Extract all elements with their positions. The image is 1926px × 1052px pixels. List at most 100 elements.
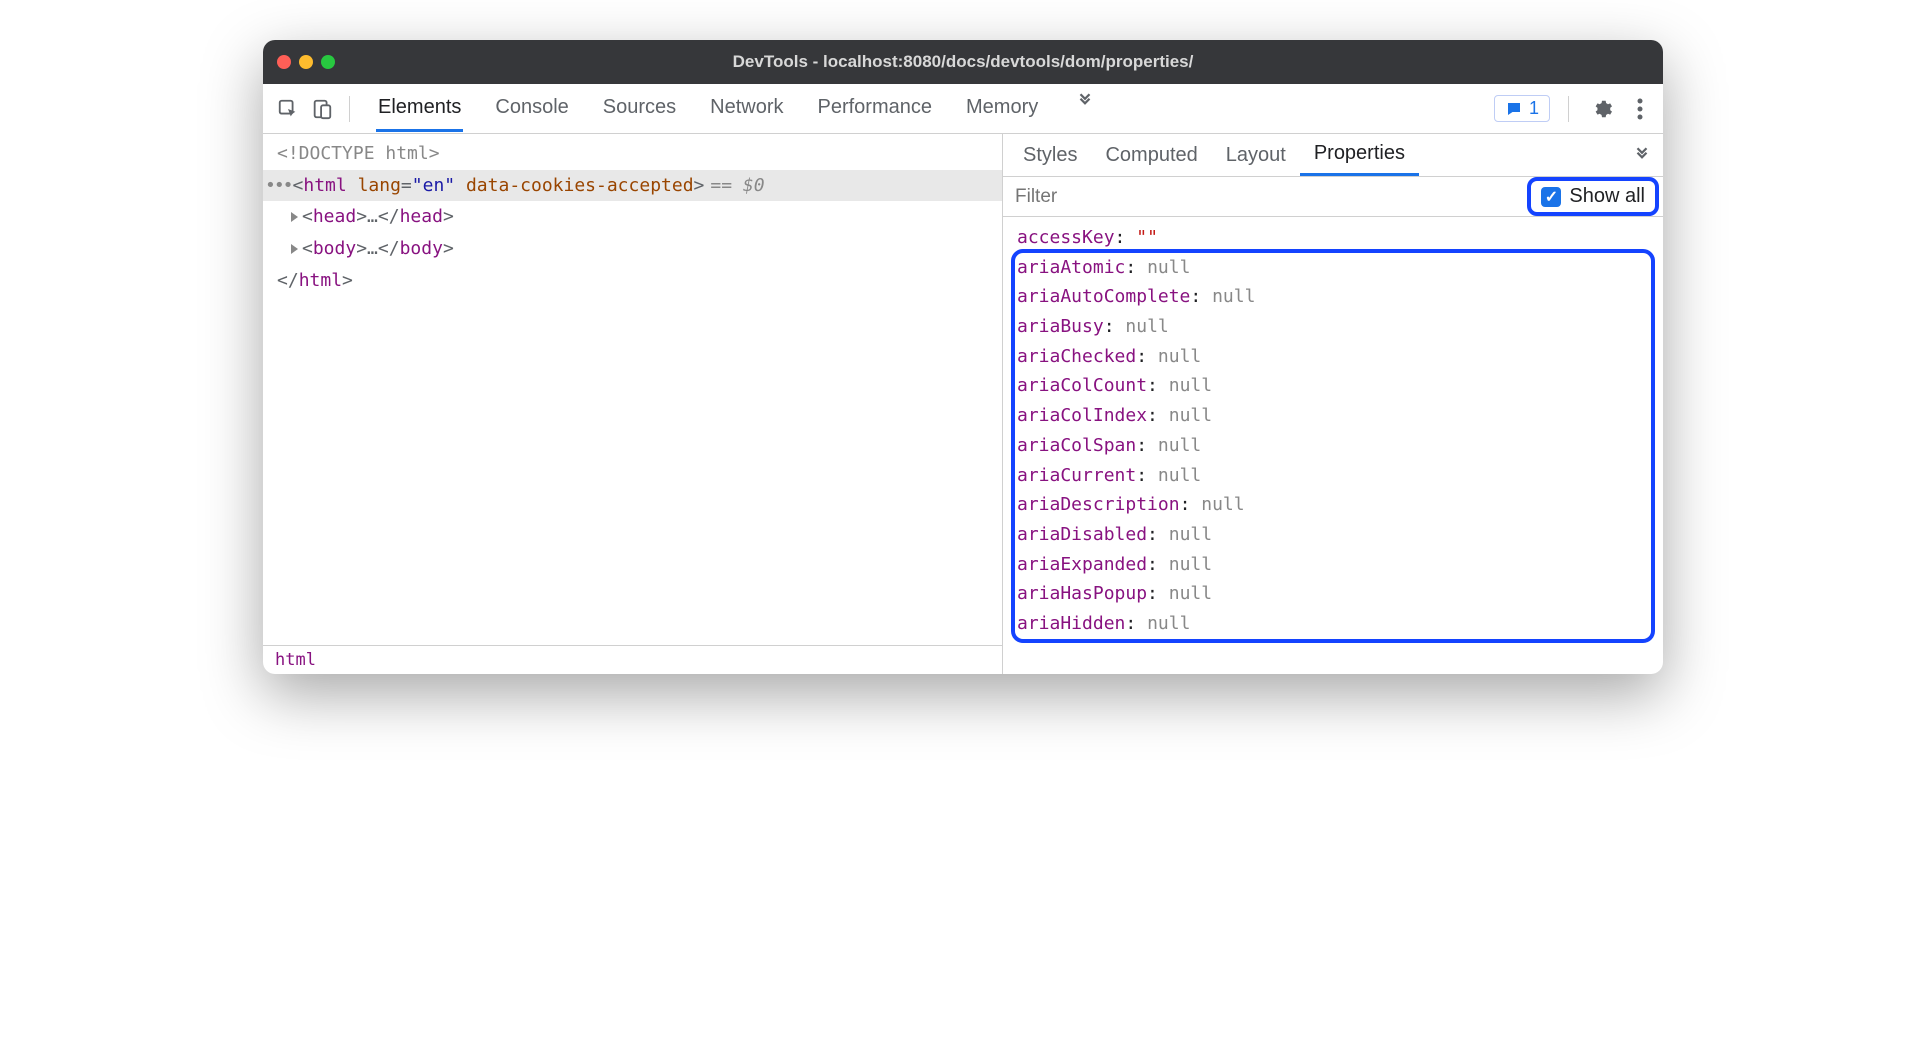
property-row[interactable]: accessKey: "" bbox=[1017, 223, 1649, 253]
minimize-window-button[interactable] bbox=[299, 55, 313, 69]
property-name: ariaDisabled bbox=[1017, 524, 1147, 545]
dom-head-element[interactable]: <head>…</head> bbox=[263, 201, 1002, 233]
property-value: null bbox=[1158, 465, 1201, 486]
property-row[interactable]: ariaColCount: null bbox=[1017, 371, 1649, 401]
dom-body-element[interactable]: <body>…</body> bbox=[263, 233, 1002, 265]
device-toolbar-icon[interactable] bbox=[305, 92, 339, 126]
property-separator: : bbox=[1147, 554, 1169, 575]
sidetab-layout[interactable]: Layout bbox=[1212, 136, 1300, 175]
property-name: ariaBusy bbox=[1017, 316, 1104, 337]
filter-row: ✓ Show all bbox=[1003, 177, 1663, 217]
property-row[interactable]: ariaColSpan: null bbox=[1017, 431, 1649, 461]
property-row[interactable]: ariaDescription: null bbox=[1017, 490, 1649, 520]
properties-filter-input[interactable] bbox=[1003, 178, 1527, 216]
property-separator: : bbox=[1104, 316, 1126, 337]
property-row[interactable]: ariaAutoComplete: null bbox=[1017, 282, 1649, 312]
issues-count: 1 bbox=[1529, 98, 1539, 119]
tab-memory[interactable]: Memory bbox=[964, 86, 1040, 132]
property-row[interactable]: ariaExpanded: null bbox=[1017, 550, 1649, 580]
close-window-button[interactable] bbox=[277, 55, 291, 69]
property-row[interactable]: ariaHasPopup: null bbox=[1017, 579, 1649, 609]
sidetab-styles[interactable]: Styles bbox=[1009, 136, 1091, 175]
sidebar-panel: Styles Computed Layout Properties ✓ Show… bbox=[1003, 134, 1663, 674]
property-name: ariaChecked bbox=[1017, 346, 1136, 367]
property-name: ariaColSpan bbox=[1017, 435, 1136, 456]
property-value: null bbox=[1125, 316, 1168, 337]
property-separator: : bbox=[1125, 613, 1147, 634]
window-title: DevTools - localhost:8080/docs/devtools/… bbox=[263, 52, 1663, 72]
property-name: ariaCurrent bbox=[1017, 465, 1136, 486]
property-value: null bbox=[1169, 524, 1212, 545]
property-value: null bbox=[1158, 435, 1201, 456]
tab-console[interactable]: Console bbox=[493, 86, 570, 132]
dom-doctype[interactable]: <!DOCTYPE html> bbox=[263, 138, 1002, 170]
tab-performance[interactable]: Performance bbox=[816, 86, 935, 132]
property-row[interactable]: ariaChecked: null bbox=[1017, 342, 1649, 372]
property-separator: : bbox=[1147, 524, 1169, 545]
property-separator: : bbox=[1115, 227, 1137, 248]
property-separator: : bbox=[1136, 465, 1158, 486]
more-options-icon[interactable] bbox=[1625, 94, 1655, 124]
property-value: null bbox=[1169, 554, 1212, 575]
property-value: null bbox=[1147, 613, 1190, 634]
property-separator: : bbox=[1147, 375, 1169, 396]
more-sidetabs-icon[interactable] bbox=[1627, 140, 1657, 170]
content-area: <!DOCTYPE html> •••<html lang="en" data-… bbox=[263, 134, 1663, 674]
tab-sources[interactable]: Sources bbox=[601, 86, 678, 132]
property-separator: : bbox=[1147, 583, 1169, 604]
console-ref: == $0 bbox=[710, 175, 764, 196]
property-row[interactable]: ariaBusy: null bbox=[1017, 312, 1649, 342]
property-separator: : bbox=[1180, 494, 1202, 515]
inspect-element-icon[interactable] bbox=[271, 92, 305, 126]
property-row[interactable]: ariaAtomic: null bbox=[1017, 253, 1649, 283]
dom-html-element[interactable]: •••<html lang="en" data-cookies-accepted… bbox=[263, 170, 1002, 202]
show-all-checkbox[interactable]: ✓ bbox=[1541, 187, 1561, 207]
property-value: null bbox=[1201, 494, 1244, 515]
properties-list[interactable]: accessKey: ""ariaAtomic: nullariaAutoCom… bbox=[1003, 217, 1663, 674]
sidetab-properties[interactable]: Properties bbox=[1300, 134, 1419, 176]
toolbar-separator bbox=[1568, 96, 1569, 122]
titlebar: DevTools - localhost:8080/docs/devtools/… bbox=[263, 40, 1663, 84]
property-name: ariaAutoComplete bbox=[1017, 286, 1190, 307]
property-separator: : bbox=[1125, 257, 1147, 278]
tab-network[interactable]: Network bbox=[708, 86, 785, 132]
toolbar-separator bbox=[349, 96, 350, 122]
property-value: null bbox=[1212, 286, 1255, 307]
property-name: ariaAtomic bbox=[1017, 257, 1125, 278]
property-name: ariaColCount bbox=[1017, 375, 1147, 396]
property-separator: : bbox=[1190, 286, 1212, 307]
property-separator: : bbox=[1147, 405, 1169, 426]
dom-html-close[interactable]: </html> bbox=[263, 265, 1002, 297]
more-tabs-icon[interactable] bbox=[1070, 86, 1100, 116]
property-value: null bbox=[1169, 375, 1212, 396]
property-row[interactable]: ariaHidden: null bbox=[1017, 609, 1649, 639]
property-separator: : bbox=[1136, 435, 1158, 456]
expand-triangle-icon[interactable] bbox=[291, 212, 298, 222]
property-row[interactable]: ariaColIndex: null bbox=[1017, 401, 1649, 431]
property-name: ariaHasPopup bbox=[1017, 583, 1147, 604]
issues-badge[interactable]: 1 bbox=[1494, 95, 1550, 122]
expand-triangle-icon[interactable] bbox=[291, 244, 298, 254]
maximize-window-button[interactable] bbox=[321, 55, 335, 69]
property-value: null bbox=[1169, 405, 1212, 426]
main-tabs: Elements Console Sources Network Perform… bbox=[376, 86, 1100, 132]
sidetab-computed[interactable]: Computed bbox=[1091, 136, 1211, 175]
checkmark-icon: ✓ bbox=[1545, 187, 1558, 207]
toolbar-right: 1 bbox=[1494, 94, 1655, 124]
property-name: ariaHidden bbox=[1017, 613, 1125, 634]
property-name: accessKey bbox=[1017, 227, 1115, 248]
breadcrumb[interactable]: html bbox=[263, 645, 1002, 674]
property-name: ariaColIndex bbox=[1017, 405, 1147, 426]
property-name: ariaDescription bbox=[1017, 494, 1180, 515]
property-value: null bbox=[1147, 257, 1190, 278]
tab-elements[interactable]: Elements bbox=[376, 86, 463, 132]
property-row[interactable]: ariaCurrent: null bbox=[1017, 461, 1649, 491]
expand-dots-icon: ••• bbox=[265, 175, 292, 196]
property-row[interactable]: ariaDisabled: null bbox=[1017, 520, 1649, 550]
elements-panel: <!DOCTYPE html> •••<html lang="en" data-… bbox=[263, 134, 1003, 674]
show-all-toggle[interactable]: ✓ Show all bbox=[1527, 177, 1659, 216]
main-toolbar: Elements Console Sources Network Perform… bbox=[263, 84, 1663, 134]
window-controls bbox=[277, 55, 335, 69]
dom-tree[interactable]: <!DOCTYPE html> •••<html lang="en" data-… bbox=[263, 134, 1002, 645]
settings-icon[interactable] bbox=[1587, 94, 1617, 124]
